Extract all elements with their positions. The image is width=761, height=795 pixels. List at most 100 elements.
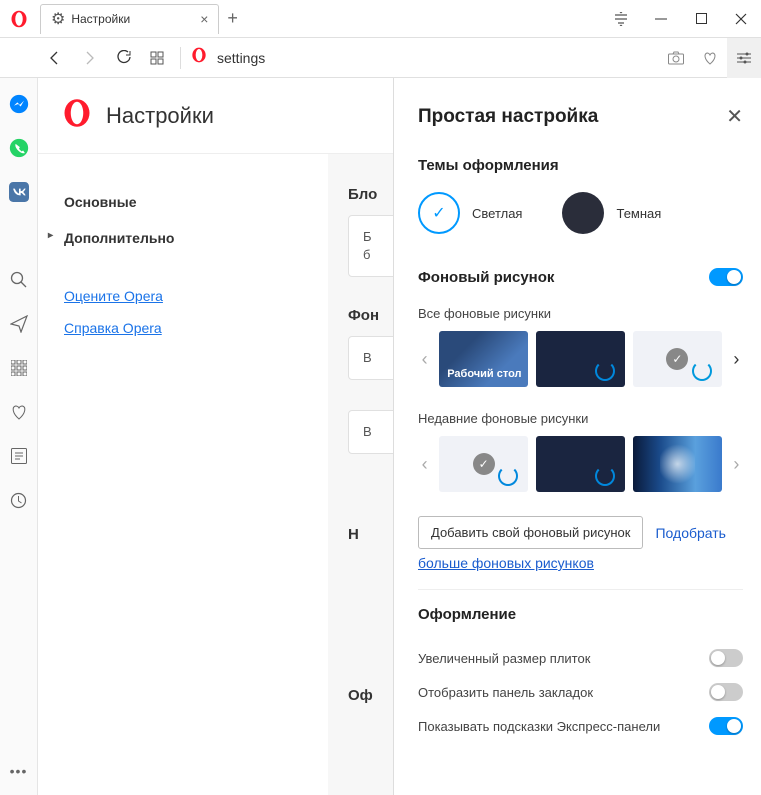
whatsapp-icon (9, 138, 29, 158)
browser-tab[interactable]: ⚙ Настройки × (40, 4, 219, 34)
chevron-right-icon (82, 51, 96, 65)
theme-light-circle: ✓ (418, 192, 460, 234)
speed-dial-sidebar-button[interactable] (9, 358, 29, 378)
theme-light[interactable]: ✓ Светлая (418, 192, 522, 234)
panel-close-button[interactable]: ✕ (726, 104, 743, 129)
wallpaper-row: Фоновый рисунок (418, 268, 743, 286)
history-button[interactable] (9, 490, 29, 510)
theme-dark-circle (562, 192, 604, 234)
wallpaper-toggle[interactable] (709, 268, 743, 286)
nav-main[interactable]: Основные (38, 184, 328, 220)
wallpaper-light[interactable]: ✓ (633, 331, 722, 387)
wall-prev[interactable]: ‹ (418, 349, 431, 370)
easy-setup-button[interactable] (727, 38, 761, 78)
bookmark-button[interactable] (693, 38, 727, 78)
loading-ring-icon (692, 361, 712, 381)
search-button[interactable] (9, 270, 29, 290)
opera-icon (10, 10, 28, 28)
snapshot-button[interactable] (659, 38, 693, 78)
maximize-button[interactable] (681, 0, 721, 38)
all-wallpapers-row: ‹ Рабочий стол ✓ › (418, 331, 743, 387)
toggle-big-tiles[interactable] (709, 649, 743, 667)
messenger-icon (9, 94, 29, 114)
speed-dial-button[interactable] (140, 38, 174, 78)
nav-rate[interactable]: Оцените Opera (38, 280, 328, 312)
settings-nav: Основные Дополнительно Оцените Opera Спр… (38, 154, 328, 795)
tab-close-button[interactable]: × (200, 11, 208, 27)
tab-title: Настройки (71, 12, 130, 26)
opera-icon (62, 98, 92, 133)
titlebar: ⚙ Настройки × + (0, 0, 761, 38)
messenger-button[interactable] (9, 94, 29, 114)
forward-button[interactable] (72, 38, 106, 78)
site-icon (191, 47, 207, 68)
loading-ring-icon (595, 466, 615, 486)
minimize-icon (655, 13, 667, 25)
gear-icon: ⚙ (51, 9, 65, 29)
bookmarks-sidebar-button[interactable] (9, 402, 29, 422)
check-icon: ✓ (666, 348, 688, 370)
news-button[interactable] (9, 446, 29, 466)
divider (418, 589, 743, 590)
recent-wall-1[interactable]: ✓ (439, 436, 528, 492)
flow-button[interactable] (9, 314, 29, 334)
themes-heading: Темы оформления (418, 157, 743, 174)
maximize-icon (696, 13, 707, 24)
pick-wallpaper-link[interactable]: Подобрать (655, 525, 726, 541)
tab-menu-icon (614, 12, 628, 26)
design-heading: Оформление (418, 606, 743, 623)
toolbar-divider (180, 47, 181, 69)
address-input[interactable] (217, 50, 417, 66)
tab-menu-button[interactable] (601, 0, 641, 38)
recent-prev[interactable]: ‹ (418, 454, 431, 475)
add-wallpaper-button[interactable]: Добавить свой фоновый рисунок (418, 516, 643, 549)
close-window-button[interactable] (721, 0, 761, 38)
nav-advanced[interactable]: Дополнительно (38, 220, 328, 256)
wall-next[interactable]: › (730, 349, 743, 370)
add-wallpaper-row: Добавить свой фоновый рисунок Подобрать (418, 516, 743, 549)
new-tab-button[interactable]: + (227, 8, 238, 29)
whatsapp-button[interactable] (9, 138, 29, 158)
recent-wallpapers-label: Недавние фоновые рисунки (418, 411, 743, 426)
toggle-bookmarks-bar[interactable] (709, 683, 743, 701)
chevron-left-icon (48, 51, 62, 65)
themes-row: ✓ Светлая Темная (418, 192, 743, 234)
recent-next[interactable]: › (730, 454, 743, 475)
grid-icon (11, 360, 27, 376)
grid-icon (150, 51, 164, 65)
search-icon (10, 271, 28, 289)
panel-title: Простая настройка (418, 106, 598, 128)
recent-wallpapers-row: ‹ ✓ › (418, 436, 743, 492)
opt-big-tiles: Увеличенный размер плиток (418, 641, 743, 675)
nav-help[interactable]: Справка Opera (38, 312, 328, 344)
loading-ring-icon (498, 466, 518, 486)
back-button[interactable] (38, 38, 72, 78)
reload-icon (116, 50, 131, 65)
more-wallpapers-link[interactable]: больше фоновых рисунков (418, 555, 594, 571)
easy-setup-panel: Простая настройка ✕ Темы оформления ✓ Св… (393, 78, 761, 795)
recent-wall-3[interactable] (633, 436, 722, 492)
address-bar[interactable] (187, 47, 659, 68)
sliders-icon (736, 51, 752, 65)
reload-button[interactable] (106, 38, 140, 78)
camera-icon (668, 51, 684, 65)
wallpaper-dark[interactable] (536, 331, 625, 387)
heart-icon (10, 404, 28, 420)
toggle-speed-dial-hints[interactable] (709, 717, 743, 735)
toolbar (0, 38, 761, 78)
vk-button[interactable] (9, 182, 29, 202)
minimize-button[interactable] (641, 0, 681, 38)
theme-dark[interactable]: Темная (562, 192, 661, 234)
wallpaper-desktop[interactable]: Рабочий стол (439, 331, 528, 387)
vk-icon (9, 182, 29, 202)
opera-menu-button[interactable] (0, 0, 38, 38)
main-area: ••• Настройки Основные Дополнительно Оце… (0, 78, 761, 795)
page-title: Настройки (106, 103, 214, 129)
news-icon (11, 448, 27, 464)
check-icon: ✓ (473, 453, 495, 475)
recent-wall-2[interactable] (536, 436, 625, 492)
clock-icon (10, 492, 27, 509)
sidebar-settings-button[interactable]: ••• (10, 763, 28, 779)
heart-icon (702, 51, 718, 65)
panel-header: Простая настройка ✕ (418, 104, 743, 129)
